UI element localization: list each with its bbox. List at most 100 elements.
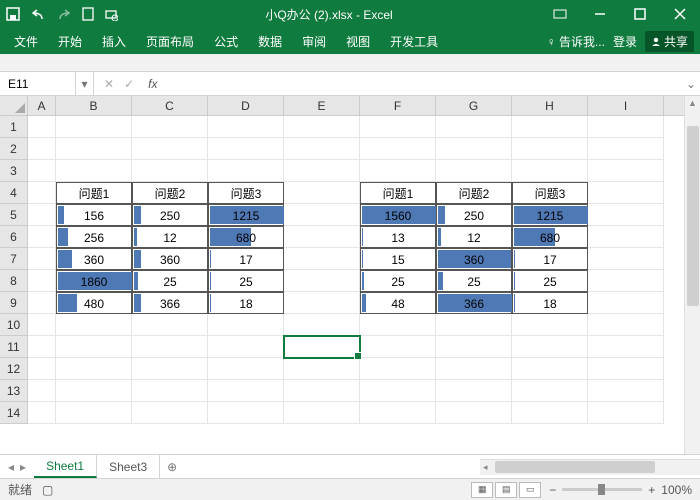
- ribbon-tab-1[interactable]: 开始: [48, 28, 92, 54]
- column-header[interactable]: H: [512, 96, 588, 115]
- minimize-button[interactable]: [580, 0, 620, 28]
- ribbon-tab-4[interactable]: 公式: [204, 28, 248, 54]
- cell[interactable]: 问题2: [132, 182, 208, 204]
- horizontal-scroll-thumb[interactable]: [495, 461, 655, 473]
- cell[interactable]: [28, 292, 56, 314]
- vertical-scroll-thumb[interactable]: [687, 126, 699, 306]
- cell[interactable]: 48: [360, 292, 436, 314]
- enter-formula-icon[interactable]: ✓: [124, 77, 134, 91]
- cell[interactable]: [56, 116, 132, 138]
- cell[interactable]: [436, 160, 512, 182]
- ribbon-tab-5[interactable]: 数据: [248, 28, 292, 54]
- row-header[interactable]: 8: [0, 270, 28, 292]
- cell[interactable]: [208, 138, 284, 160]
- cell[interactable]: [512, 380, 588, 402]
- row-header[interactable]: 9: [0, 292, 28, 314]
- cell[interactable]: 问题1: [56, 182, 132, 204]
- cell[interactable]: [284, 292, 360, 314]
- cell[interactable]: [512, 336, 588, 358]
- cell[interactable]: [436, 402, 512, 424]
- tell-me[interactable]: ♀ 告诉我...: [547, 33, 605, 50]
- worksheet-grid[interactable]: ABCDEFGHI 1234问题1问题2问题3问题1问题2问题351562501…: [0, 96, 700, 454]
- sheet-tab[interactable]: Sheet3: [97, 455, 160, 478]
- cell[interactable]: [56, 358, 132, 380]
- cell[interactable]: [208, 116, 284, 138]
- cell[interactable]: 问题3: [208, 182, 284, 204]
- maximize-button[interactable]: [620, 0, 660, 28]
- cell[interactable]: [56, 402, 132, 424]
- column-header[interactable]: I: [588, 96, 664, 115]
- cell[interactable]: [588, 160, 664, 182]
- cell[interactable]: [284, 226, 360, 248]
- cell[interactable]: [28, 336, 56, 358]
- ribbon-tab-8[interactable]: 开发工具: [380, 28, 448, 54]
- cell[interactable]: [28, 226, 56, 248]
- cell[interactable]: [208, 402, 284, 424]
- row-header[interactable]: 12: [0, 358, 28, 380]
- column-header[interactable]: C: [132, 96, 208, 115]
- cell[interactable]: [56, 314, 132, 336]
- cell[interactable]: [512, 160, 588, 182]
- cell[interactable]: [512, 314, 588, 336]
- cell[interactable]: [56, 138, 132, 160]
- signin-button[interactable]: 登录: [613, 33, 637, 50]
- page-layout-view-button[interactable]: ▤: [495, 482, 517, 498]
- cell[interactable]: 680: [512, 226, 588, 248]
- sheet-nav-next-icon[interactable]: ▸: [20, 460, 26, 474]
- cell[interactable]: 12: [132, 226, 208, 248]
- cell[interactable]: 15: [360, 248, 436, 270]
- cell[interactable]: 366: [132, 292, 208, 314]
- cell[interactable]: [436, 358, 512, 380]
- scroll-left-icon[interactable]: ◂: [480, 462, 491, 473]
- cell[interactable]: [132, 160, 208, 182]
- cell[interactable]: [208, 380, 284, 402]
- cell[interactable]: [28, 248, 56, 270]
- cell[interactable]: [208, 314, 284, 336]
- column-header[interactable]: B: [56, 96, 132, 115]
- cell[interactable]: [512, 402, 588, 424]
- cell[interactable]: 366: [436, 292, 512, 314]
- cell[interactable]: [588, 138, 664, 160]
- cell[interactable]: [284, 182, 360, 204]
- cell[interactable]: 1215: [512, 204, 588, 226]
- cell[interactable]: [588, 336, 664, 358]
- cell[interactable]: 问题1: [360, 182, 436, 204]
- column-header[interactable]: G: [436, 96, 512, 115]
- cell[interactable]: [512, 138, 588, 160]
- cell[interactable]: 156: [56, 204, 132, 226]
- cell[interactable]: [28, 116, 56, 138]
- cell[interactable]: [284, 204, 360, 226]
- cell[interactable]: [28, 182, 56, 204]
- macro-record-icon[interactable]: ▢: [42, 483, 53, 497]
- cell[interactable]: 17: [512, 248, 588, 270]
- cell[interactable]: [284, 336, 360, 358]
- zoom-slider[interactable]: [562, 488, 642, 491]
- cell[interactable]: [28, 138, 56, 160]
- cell[interactable]: [512, 116, 588, 138]
- cell[interactable]: 25: [360, 270, 436, 292]
- cell[interactable]: 18: [512, 292, 588, 314]
- formula-bar-expand-icon[interactable]: ⌄: [682, 77, 700, 91]
- ribbon-tab-6[interactable]: 审阅: [292, 28, 336, 54]
- insert-function-icon[interactable]: fx: [148, 77, 157, 91]
- column-header[interactable]: F: [360, 96, 436, 115]
- cell[interactable]: [132, 336, 208, 358]
- row-header[interactable]: 6: [0, 226, 28, 248]
- cell[interactable]: [132, 402, 208, 424]
- new-sheet-button[interactable]: ⊕: [160, 460, 184, 474]
- cell[interactable]: [360, 336, 436, 358]
- normal-view-button[interactable]: ▦: [471, 482, 493, 498]
- zoom-level[interactable]: 100%: [661, 483, 692, 497]
- cell[interactable]: [284, 270, 360, 292]
- undo-icon[interactable]: [30, 7, 46, 21]
- cell[interactable]: [588, 116, 664, 138]
- cell[interactable]: [588, 358, 664, 380]
- cell[interactable]: [360, 314, 436, 336]
- cell[interactable]: [360, 160, 436, 182]
- row-header[interactable]: 2: [0, 138, 28, 160]
- name-box-dropdown-icon[interactable]: ▾: [76, 72, 94, 95]
- select-all-corner[interactable]: [0, 96, 28, 115]
- cell[interactable]: 480: [56, 292, 132, 314]
- cell[interactable]: [436, 380, 512, 402]
- column-header[interactable]: A: [28, 96, 56, 115]
